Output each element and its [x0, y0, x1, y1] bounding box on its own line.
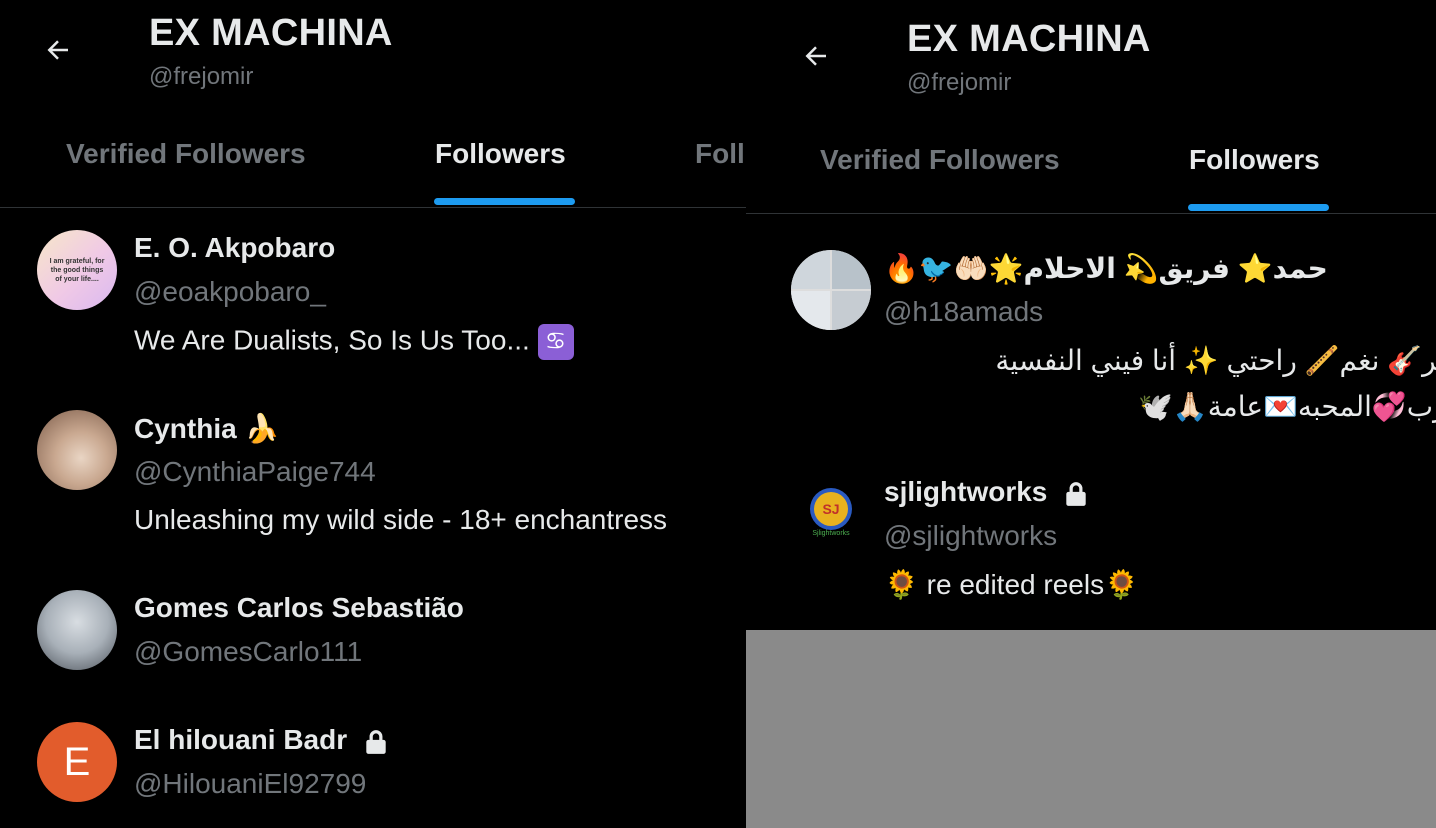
- follower-name[interactable]: Cynthia 🍌: [134, 412, 279, 445]
- follower-row[interactable]: I am grateful, for the good things of yo…: [0, 230, 746, 380]
- follower-row[interactable]: Cynthia 🍌 @CynthiaPaige744 Unleashing my…: [0, 410, 746, 560]
- active-tab-indicator: [434, 198, 575, 205]
- profile-header: EX MACHINA @frejomir Verified Followers …: [758, 6, 1436, 216]
- avatar-quote-text: I am grateful, for the good things of yo…: [49, 257, 105, 283]
- follower-name[interactable]: El hilouani Badr: [134, 724, 389, 756]
- follower-handle: @sjlightworks: [884, 520, 1058, 551]
- followers-panel-right: EX MACHINA @frejomir Verified Followers …: [746, 0, 1436, 630]
- tab-verified-followers[interactable]: Verified Followers: [66, 138, 306, 170]
- follower-name[interactable]: 🔥🐦🤲🏻🌟حمد⭐ فريق💫 الاحلام: [884, 252, 1328, 285]
- profile-handle: @frejomir: [149, 63, 254, 90]
- tab-followers[interactable]: Followers: [435, 138, 566, 170]
- profile-header: EX MACHINA @frejomir Verified Followers …: [0, 0, 746, 210]
- followers-panel-left: EX MACHINA @frejomir Verified Followers …: [0, 0, 746, 828]
- sun-logo-icon: SJ: [814, 491, 848, 526]
- active-tab-indicator: [1188, 204, 1329, 211]
- back-arrow-icon: [805, 46, 826, 66]
- divider: [0, 207, 746, 208]
- back-arrow-icon: [47, 40, 68, 60]
- follower-name-text: sjlightworks: [884, 476, 1048, 507]
- avatar[interactable]: SJ Sjlightworks: [791, 474, 871, 554]
- avatar-caption: Sjlightworks: [812, 529, 850, 537]
- follower-row[interactable]: E El hilouani Badr @HilouaniEl92799: [0, 722, 746, 822]
- follower-handle: @GomesCarlo111: [134, 636, 363, 667]
- avatar[interactable]: I am grateful, for the good things of yo…: [37, 230, 117, 310]
- follower-handle: @h18amads: [884, 296, 1044, 327]
- avatar-letter: E: [63, 739, 91, 784]
- follower-handle: @CynthiaPaige744: [134, 456, 376, 487]
- follower-bio: Unleashing my wild side - 18+ enchantres…: [134, 504, 668, 535]
- follower-bio: We Are Dualists, So Is Us Too... ♋: [134, 324, 574, 360]
- tab-followers[interactable]: Followers: [1189, 144, 1320, 176]
- tab-bar: Verified Followers Followers: [758, 134, 1436, 214]
- follower-bio-line-1: الأساطير🎸 نغم🪈 راحتي ✨ أنا فيني النفسية: [995, 345, 1436, 376]
- follower-row[interactable]: SJ Sjlightworks sjlightworks @sjlightwor…: [754, 474, 1436, 614]
- follower-bio-line-2: 🎶درب💞المحبه💌عامة🙏🏻🕊️: [1138, 391, 1436, 422]
- follower-row[interactable]: 🔥🐦🤲🏻🌟حمد⭐ فريق💫 الاحلام @h18amads الأساط…: [754, 250, 1436, 450]
- bio-text: We Are Dualists, So Is Us Too...: [134, 324, 530, 356]
- cancer-zodiac-icon: ♋: [537, 324, 574, 360]
- avatar[interactable]: [37, 590, 117, 670]
- avatar[interactable]: E: [37, 722, 117, 802]
- tab-verified-followers[interactable]: Verified Followers: [820, 144, 1060, 176]
- back-button[interactable]: [38, 32, 78, 68]
- follower-bio: 🌻 re edited reels🌻: [884, 569, 1139, 600]
- follower-name[interactable]: sjlightworks: [884, 476, 1089, 508]
- avatar[interactable]: [791, 250, 871, 330]
- page-title: EX MACHINA: [907, 18, 1151, 60]
- page-title: EX MACHINA: [149, 12, 393, 54]
- back-button[interactable]: [796, 38, 836, 74]
- follower-name-text: El hilouani Badr: [134, 724, 348, 755]
- divider: [746, 213, 1436, 214]
- follower-handle: @HilouaniEl92799: [134, 768, 367, 799]
- lock-icon: [1066, 481, 1086, 506]
- profile-handle: @frejomir: [907, 69, 1012, 96]
- tab-following[interactable]: Foll: [695, 138, 745, 170]
- avatar[interactable]: [37, 410, 117, 490]
- tab-bar: Verified Followers Followers Foll: [0, 128, 746, 208]
- follower-row[interactable]: Gomes Carlos Sebastião @GomesCarlo111: [0, 590, 746, 690]
- follower-name[interactable]: Gomes Carlos Sebastião: [134, 592, 464, 624]
- follower-name[interactable]: E. O. Akpobaro: [134, 232, 335, 264]
- lock-icon: [366, 729, 386, 754]
- follower-handle: @eoakpobaro_: [134, 276, 326, 307]
